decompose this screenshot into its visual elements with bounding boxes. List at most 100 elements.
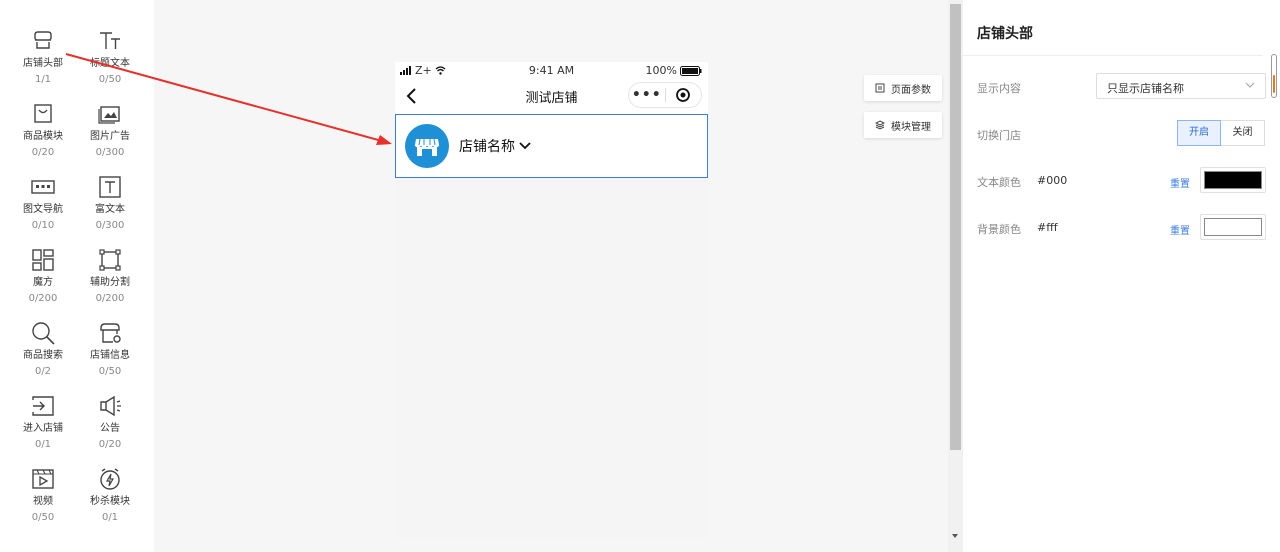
palette-item-label: 视频 [33,496,53,507]
palette-item-image-ad[interactable]: 图片广告 0/300 [80,100,140,160]
layers-icon [875,120,885,130]
palette-item-count: 1/1 [34,74,52,85]
palette-item-video[interactable]: 视频 0/50 [13,465,73,525]
palette-item-label: 店铺信息 [90,350,130,361]
panel-scrollbar-thumb[interactable] [1273,75,1275,93]
bg-color-label: 背景颜色 [977,223,1021,236]
palette-item-count: 0/50 [98,74,122,85]
text-color-row: 文本颜色 #000 重置 [977,167,1267,195]
design-canvas: Z+ 9:41 AM 100% 测试店铺 ••• 店铺名称 页面参数 模块管理 [154,0,948,552]
image-nav-icon [31,180,55,194]
palette-item-magic-cube[interactable]: 魔方 0/200 [13,246,73,306]
shop-logo [405,124,449,168]
switch-store-toggle: 开启 关闭 [1177,120,1265,146]
store-info-icon [100,323,121,343]
switch-store-off-button[interactable]: 关闭 [1221,120,1265,146]
rich-text-icon [99,176,121,198]
palette-item-label: 进入店铺 [23,423,63,434]
module-manage-label: 模块管理 [891,121,931,133]
bg-color-row: 背景颜色 #fff 重置 [977,214,1267,242]
image-ad-icon [98,106,120,124]
battery-percent: 100% [645,64,677,77]
palette-item-count: 0/10 [31,220,55,231]
divider-icon [99,249,121,271]
palette-item-count: 0/300 [95,220,125,231]
scrollbar-thumb[interactable] [950,4,961,450]
palette-item-flash-sale[interactable]: 秒杀模块 0/1 [80,465,140,525]
palette-item-count: 0/200 [28,293,58,304]
palette-item-rich-text[interactable]: 富文本 0/300 [80,173,140,233]
palette-item-product-module[interactable]: 商品模块 0/20 [13,100,73,160]
battery-icon [680,65,702,76]
module-manage-button[interactable]: 模块管理 [864,112,942,138]
page-params-label: 页面参数 [891,84,931,96]
component-palette: 店铺头部 1/1 标题文本 0/50 商品模块 0/20 图片广告 0/300 … [0,0,154,552]
palette-item-label: 商品搜索 [23,350,63,361]
bg-color-swatch [1204,218,1262,236]
palette-item-divider[interactable]: 辅助分割 0/200 [80,246,140,306]
shopping-bag-icon [34,104,52,123]
palette-item-count: 0/50 [98,366,122,377]
palette-item-shop-header[interactable]: 店铺头部 1/1 [13,27,73,87]
text-color-value: #000 [1037,174,1068,187]
phone-nav-bar: 测试店铺 ••• [395,78,708,114]
bg-color-reset-link[interactable]: 重置 [1170,222,1190,237]
palette-item-count: 0/1 [101,512,119,523]
video-icon [32,469,54,489]
display-content-select[interactable]: 只显示店铺名称 [1096,73,1266,99]
grid-cube-icon [32,249,54,271]
megaphone-icon [100,395,121,417]
title-text-icon [100,32,120,49]
shop-name-label: 店铺名称 [459,139,515,155]
shop-header-module[interactable]: 店铺名称 [395,114,708,178]
text-color-swatch [1204,171,1262,189]
palette-item-label: 商品模块 [23,131,63,142]
target-icon [676,88,691,102]
flash-sale-icon [100,468,120,490]
palette-item-product-search[interactable]: 商品搜索 0/2 [13,319,73,379]
storefront-header-icon [34,31,52,49]
palette-item-enter-store[interactable]: 进入店铺 0/1 [13,392,73,452]
palette-item-label: 公告 [100,423,120,434]
text-color-label: 文本颜色 [977,176,1021,189]
chevron-down-icon [519,142,531,150]
palette-item-label: 富文本 [95,204,125,215]
panel-scrollbar[interactable] [1271,54,1277,98]
display-content-row: 显示内容 只显示店铺名称 [977,73,1267,101]
palette-item-label: 图片广告 [90,131,130,142]
palette-item-count: 0/2 [34,366,52,377]
page-params-button[interactable]: 页面参数 [864,75,942,101]
switch-store-on-button[interactable]: 开启 [1177,120,1221,146]
palette-item-label: 魔方 [33,277,53,288]
phone-preview: Z+ 9:41 AM 100% 测试店铺 ••• 店铺名称 [395,62,708,540]
text-color-reset-link[interactable]: 重置 [1170,175,1190,190]
palette-item-count: 0/1 [34,439,52,450]
palette-item-label: 店铺头部 [23,58,63,69]
palette-item-count: 0/50 [31,512,55,523]
display-content-value: 只显示店铺名称 [1107,82,1184,95]
palette-item-title-text[interactable]: 标题文本 0/50 [80,27,140,87]
bg-color-picker[interactable] [1200,214,1266,240]
storefront-icon [414,138,440,156]
page-root: 店铺头部 1/1 标题文本 0/50 商品模块 0/20 图片广告 0/300 … [0,0,1280,552]
palette-item-image-nav[interactable]: 图文导航 0/10 [13,173,73,233]
bg-color-value: #fff [1037,221,1058,234]
close-target-button[interactable] [666,87,702,103]
palette-item-notice[interactable]: 公告 0/20 [80,392,140,452]
panel-divider [963,55,1263,56]
battery-group: 100% [646,64,702,77]
palette-item-count: 0/20 [98,439,122,450]
palette-item-count: 0/20 [31,147,55,158]
palette-item-store-info[interactable]: 店铺信息 0/50 [80,319,140,379]
canvas-scrollbar[interactable] [948,0,963,552]
mini-program-capsule: ••• [628,82,702,108]
properties-panel: 店铺头部 显示内容 只显示店铺名称 切换门店 开启 关闭 文本颜色 #000 重… [963,0,1280,552]
more-dots-button[interactable]: ••• [629,87,665,103]
switch-store-label: 切换门店 [977,129,1021,142]
text-color-picker[interactable] [1200,167,1266,193]
enter-store-icon [32,396,54,416]
scroll-down-arrow-icon[interactable] [952,534,958,538]
shop-name-dropdown[interactable]: 店铺名称 [459,136,531,156]
document-icon [875,83,885,93]
palette-item-label: 辅助分割 [90,277,130,288]
